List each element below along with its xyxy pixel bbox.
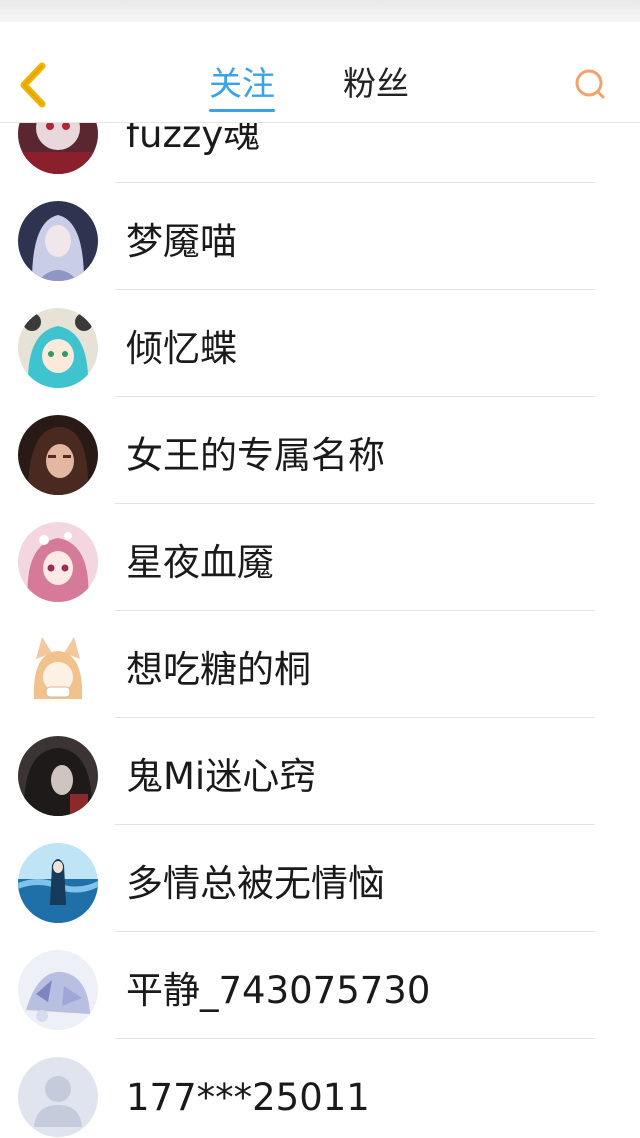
avatar[interactable] [18, 736, 98, 816]
avatar[interactable] [18, 308, 98, 388]
tab-fans-label: 粉丝 [343, 64, 409, 103]
tab-fans[interactable]: 粉丝 [343, 62, 409, 106]
user-name: 倾忆蝶 [126, 327, 237, 370]
default-user-icon[interactable] [18, 1057, 98, 1137]
user-name: 想吃糖的桐 [126, 648, 311, 691]
list-item[interactable]: 女王的专属名称 [0, 397, 640, 504]
list-item[interactable]: 星夜血魇 [0, 504, 640, 611]
user-name: 星夜血魇 [126, 541, 274, 584]
back-button[interactable] [12, 60, 56, 110]
active-tab-indicator [209, 109, 275, 112]
search-button[interactable] [572, 66, 608, 102]
chevron-left-icon [20, 62, 46, 108]
tab-follow[interactable]: 关注 [209, 62, 275, 112]
user-name: 女王的专属名称 [126, 434, 385, 477]
follow-list[interactable]: fuzzy魂 梦魇喵 倾忆蝶 女王的专属名称 星夜血魇 想吃糖的桐 鬼Mi迷心窍… [0, 76, 640, 1138]
user-name: 多情总被无情恼 [126, 862, 385, 905]
avatar[interactable] [18, 201, 98, 281]
list-item[interactable]: 鬼Mi迷心窍 [0, 718, 640, 825]
user-name: 平静_743075730 [126, 969, 431, 1012]
list-item[interactable]: 倾忆蝶 [0, 290, 640, 397]
status-bar [0, 0, 640, 22]
list-item[interactable]: 梦魇喵 [0, 183, 640, 290]
avatar[interactable] [18, 522, 98, 602]
user-name: 鬼Mi迷心窍 [126, 755, 317, 798]
screen: fuzzy魂 梦魇喵 倾忆蝶 女王的专属名称 星夜血魇 想吃糖的桐 鬼Mi迷心窍… [0, 0, 640, 1138]
header: 关注 粉丝 [0, 22, 640, 123]
avatar[interactable] [18, 629, 98, 709]
user-name: 177***25011 [126, 1076, 370, 1119]
list-item[interactable]: 177***25011 [0, 1039, 640, 1138]
search-icon [575, 69, 605, 99]
list-item[interactable]: 想吃糖的桐 [0, 611, 640, 718]
list-item[interactable]: 多情总被无情恼 [0, 825, 640, 932]
avatar[interactable] [18, 415, 98, 495]
avatar[interactable] [18, 950, 98, 1030]
user-name: 梦魇喵 [126, 220, 237, 263]
list-item[interactable]: 平静_743075730 [0, 932, 640, 1039]
tab-follow-label: 关注 [209, 64, 275, 103]
avatar[interactable] [18, 843, 98, 923]
